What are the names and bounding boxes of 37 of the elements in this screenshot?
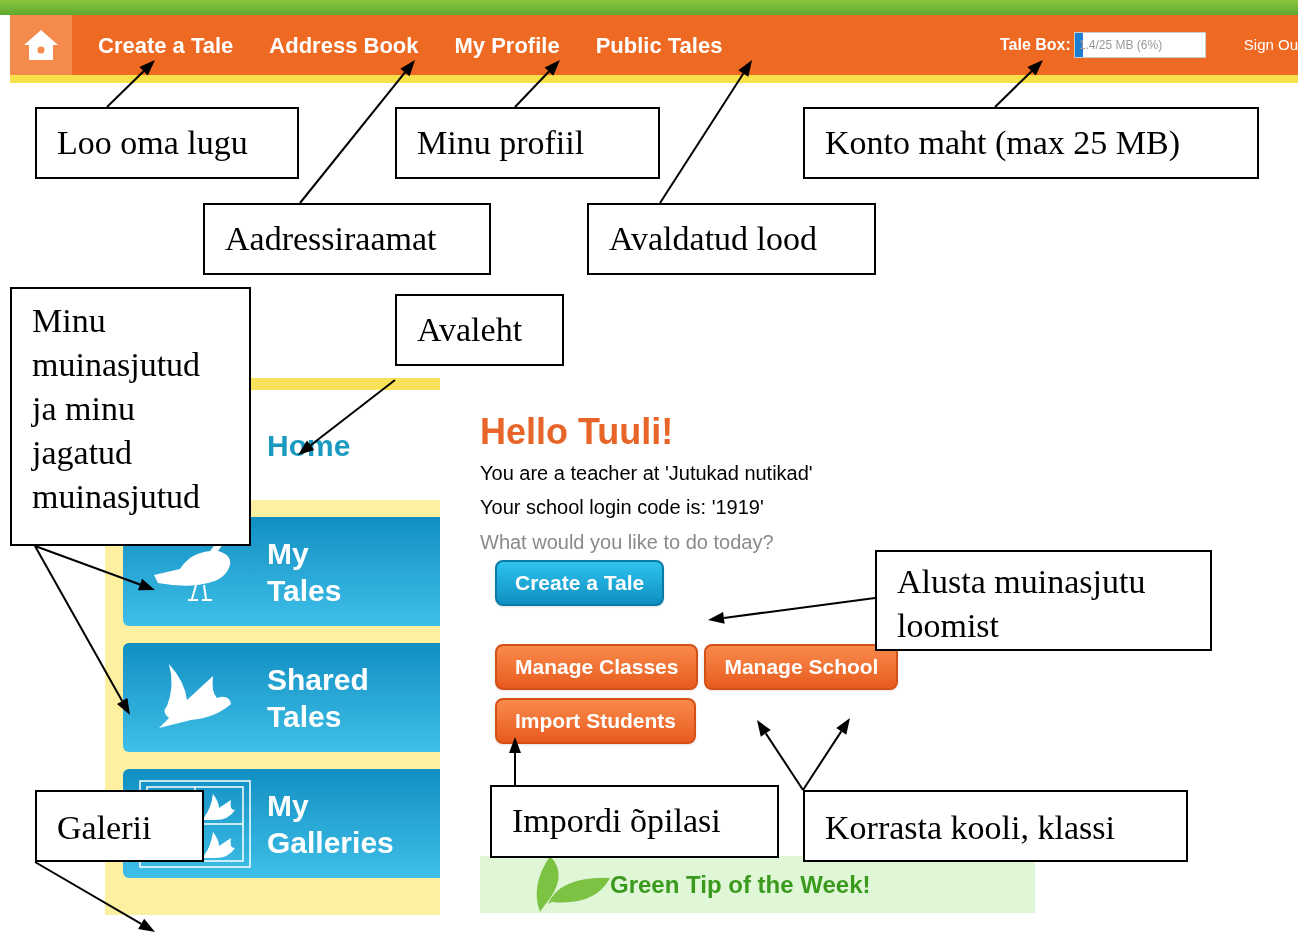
prompt-text: What would you like to do today? [480, 530, 775, 555]
annotation-tooltip: Impordi õpilasi [490, 785, 779, 858]
annotation-tooltip: Alusta muinasjutu loomist [875, 550, 1212, 651]
annotation-tooltip: Avaleht [395, 294, 564, 366]
home-icon [22, 28, 60, 62]
action-button[interactable]: Create a Tale [495, 560, 665, 606]
action-button[interactable]: Manage Classes [495, 644, 699, 690]
tile-label: Shared Tales [267, 661, 369, 735]
sidebar-tile[interactable]: Shared Tales [123, 643, 440, 752]
annotation-tooltip: Aadressiraamat [203, 203, 491, 275]
annotation-tooltip: Minu muinasjutud ja minu jagatud muinasjutud [10, 287, 251, 546]
nav-link[interactable]: Address Book [269, 28, 419, 62]
info-text: Your school login code is: '1919' [480, 495, 765, 520]
tale-box-label: Tale Box: [999, 35, 1071, 55]
callout-arrow [106, 60, 155, 108]
info-text: You are a teacher at 'Jutukad nutikad' [480, 461, 814, 486]
annotation-tooltip: Galerii [35, 790, 204, 862]
callout-arrow [994, 60, 1043, 108]
action-button[interactable]: Manage School [704, 644, 899, 690]
callout-arrow [757, 720, 804, 791]
nav-link[interactable]: Create a Tale [98, 28, 234, 62]
callout-arrow [509, 737, 521, 786]
sign-out-link[interactable]: Sign Ou [1243, 33, 1298, 57]
tile-label: My Tales [267, 535, 342, 609]
annotation-tooltip: Loo oma lugu [35, 107, 299, 179]
greeting: Hello Tuuli! [480, 412, 675, 452]
home-button[interactable] [10, 15, 72, 75]
callout-arrow [514, 60, 560, 108]
tile-label: My Galleries [267, 787, 394, 861]
nav-link[interactable]: My Profile [454, 28, 560, 62]
annotation-tooltip: Minu profiil [395, 107, 660, 179]
nav-link[interactable]: Public Tales [595, 28, 723, 62]
action-button[interactable]: Import Students [495, 698, 696, 744]
annotation-tooltip: Konto maht (max 25 MB) [803, 107, 1259, 179]
annotation-tooltip: Korrasta kooli, klassi [803, 790, 1188, 862]
tip-title: Green Tip of the Week! [610, 869, 871, 900]
annotation-tooltip: Avaldatud lood [587, 203, 876, 275]
